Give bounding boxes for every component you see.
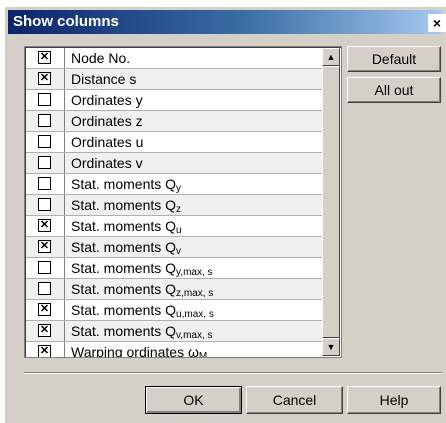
checkbox-checked[interactable]: ✕ [38,72,51,85]
column-label: Stat. moments Qz [71,197,181,215]
column-label-text: Stat. moments Q [71,323,177,339]
column-label: Ordinates y [71,92,143,108]
close-icon[interactable]: × [428,14,446,32]
checkbox-cell [26,111,65,131]
column-label-subscript: y [176,183,182,194]
column-label: Ordinates v [71,155,143,171]
checkbox-cell [26,153,65,173]
checkbox-cell: ✕ [26,216,65,236]
checkbox-cell [26,132,65,152]
button-separator [24,372,442,374]
list-item[interactable]: ✕ Stat. moments Qv [26,237,322,258]
column-label: Stat. moments Qv [71,239,181,257]
list-item[interactable]: ✕ Distance s [26,69,322,90]
column-label-text: Node No. [71,50,131,66]
checkbox-cell [26,279,65,299]
list-item[interactable]: Stat. moments Qy,max, s [26,258,322,279]
default-button[interactable]: Default [347,46,441,72]
column-label-text: Stat. moments Q [71,281,177,297]
checkbox-cell [26,90,65,110]
scroll-thumb[interactable] [322,66,340,338]
column-label-text: Ordinates z [71,113,143,129]
column-label-text: Stat. moments Q [71,218,177,234]
column-label-text: Ordinates v [71,155,143,171]
column-label: Stat. moments Qy [71,176,181,194]
column-label-subscript: y,max, s [176,267,213,278]
column-label: Stat. moments Qu,max, s [71,302,214,320]
column-label-text: Stat. moments Q [71,260,177,276]
list-item[interactable]: Stat. moments Qz,max, s [26,279,322,300]
checkbox-checked[interactable]: ✕ [38,345,51,357]
checkbox-unchecked[interactable] [38,177,51,190]
list-item[interactable]: ✕ Stat. moments Qu,max, s [26,300,322,321]
dialog-title: Show columns [13,13,119,30]
column-label: Node No. [71,50,130,66]
all-out-button[interactable]: All out [347,77,441,103]
list-item[interactable]: ✕ Warping ordinates ωM [26,342,322,358]
checkbox-cell [26,174,65,194]
column-label-text: Stat. moments Q [71,176,177,192]
checkbox-checked[interactable]: ✕ [38,303,51,316]
checkbox-checked[interactable]: ✕ [38,324,51,337]
checkbox-unchecked[interactable] [38,156,51,169]
column-label: Ordinates z [71,113,143,129]
column-label-text: Stat. moments Q [71,239,177,255]
list-item[interactable]: ✕ Node No. [26,48,322,69]
checkbox-checked[interactable]: ✕ [38,51,51,64]
column-label-subscript: M [198,351,208,358]
column-label-text: Ordinates u [71,134,144,150]
cancel-button[interactable]: Cancel [246,386,343,414]
checkbox-unchecked[interactable] [38,135,51,148]
scroll-down-button[interactable]: ▼ [322,338,340,356]
list-item[interactable]: Stat. moments Qy [26,174,322,195]
title-bar: Show columns × [8,10,446,34]
checkbox-checked[interactable]: ✕ [38,240,51,253]
column-label-subscript: z,max, s [176,288,214,299]
column-label-subscript: v,max, s [176,330,213,341]
column-label-text: Distance s [71,71,137,87]
columns-listbox[interactable]: ✕ Node No. ✕ Distance s Ordinates y Ordinates… [24,46,342,358]
list-item[interactable]: Ordinates y [26,90,322,111]
list-item[interactable]: Ordinates v [26,153,322,174]
column-label: Distance s [71,71,136,87]
column-label-text: Stat. moments Q [71,197,177,213]
column-label-text: Stat. moments Q [71,302,177,318]
checkbox-unchecked[interactable] [38,198,51,211]
ok-button[interactable]: OK [145,386,242,414]
column-label-subscript: u [176,225,182,236]
list-item[interactable]: Stat. moments Qz [26,195,322,216]
checkbox-cell: ✕ [26,300,65,320]
list-item[interactable]: Ordinates z [26,111,322,132]
checkbox-checked[interactable]: ✕ [38,219,51,232]
checkbox-cell: ✕ [26,69,65,89]
checkbox-cell [26,258,65,278]
checkbox-cell: ✕ [26,321,65,341]
column-label: Stat. moments Qz,max, s [71,281,213,299]
checkbox-unchecked[interactable] [38,93,51,106]
column-label-subscript: z [176,204,182,215]
list-item[interactable]: ✕ Stat. moments Qu [26,216,322,237]
checkbox-unchecked[interactable] [38,261,51,274]
checkbox-cell: ✕ [26,237,65,257]
list-item[interactable]: Ordinates u [26,132,322,153]
column-label: Warping ordinates ωM [71,344,208,358]
scroll-up-button[interactable]: ▲ [322,48,340,66]
checkbox-cell: ✕ [26,342,65,357]
list-item[interactable]: ✕ Stat. moments Qv,max, s [26,321,322,342]
checkbox-unchecked[interactable] [38,114,51,127]
help-button[interactable]: Help [347,386,441,414]
column-label-subscript: u,max, s [176,309,214,320]
checkbox-cell: ✕ [26,48,65,68]
column-label: Stat. moments Qv,max, s [71,323,213,341]
column-label-subscript: v [176,246,182,257]
checkbox-cell [26,195,65,215]
column-label-text: Ordinates y [71,92,143,108]
column-label-text: Warping ordinates ω [71,344,199,358]
column-label: Ordinates u [71,134,143,150]
column-label: Stat. moments Qy,max, s [71,260,213,278]
checkbox-unchecked[interactable] [38,282,51,295]
vertical-scrollbar[interactable]: ▲ ▼ [322,48,340,356]
column-label: Stat. moments Qu [71,218,182,236]
